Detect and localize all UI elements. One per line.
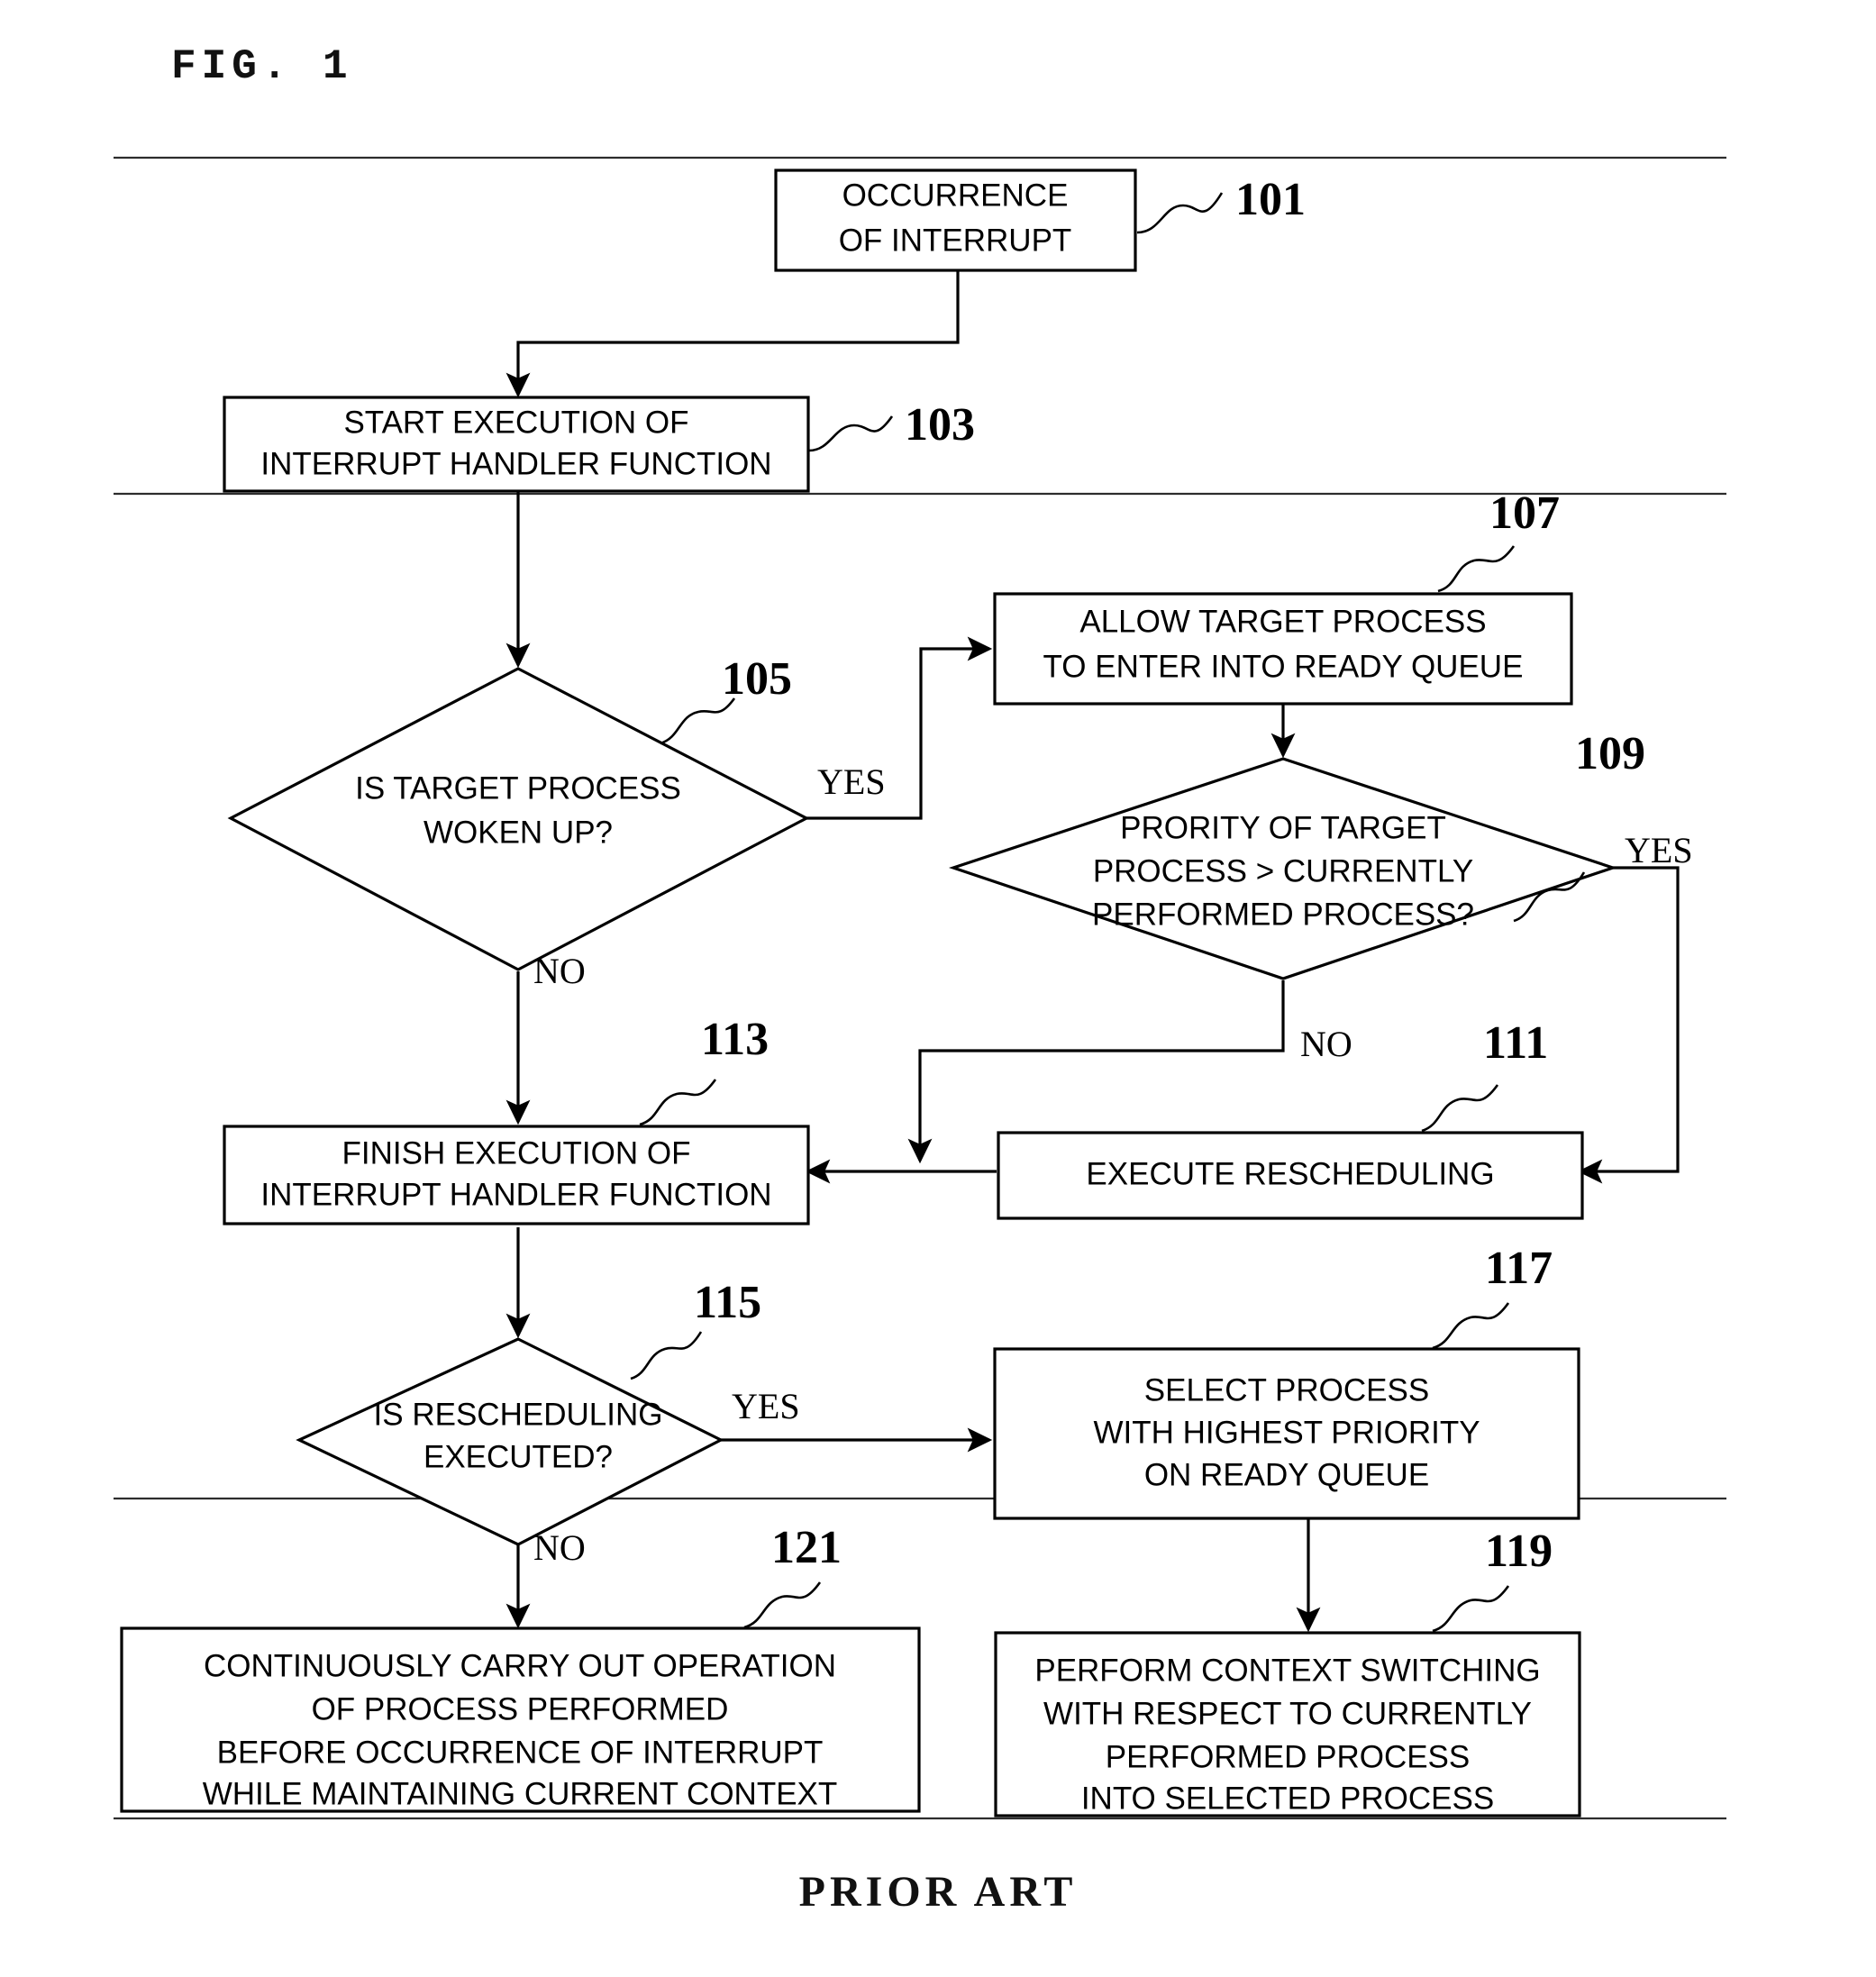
node-121-continuously-carry-out-operation: CONTINUOUSLY CARRY OUT OPERATION OF PROC… (120, 1626, 921, 1813)
node-109-line-3: PERFORMED PROCESS? (1092, 897, 1474, 932)
node-119-line-3: PERFORMED PROCESS (1106, 1739, 1471, 1774)
node-115-is-rescheduling-executed: IS RESCHEDULING EXECUTED? (296, 1337, 724, 1546)
flowchart-diagram: OCCURRENCE OF INTERRUPT 101 START EXECUT… (114, 156, 1726, 1820)
branch-label-115-yes: YES (732, 1386, 800, 1426)
node-105-line-2: WOKEN UP? (423, 815, 613, 850)
ref-number-117: 117 (1485, 1243, 1553, 1294)
ref-number-113: 113 (701, 1014, 769, 1065)
edge-101-to-103 (505, 270, 960, 398)
node-105-is-target-process-woken-up: IS TARGET PROCESS WOKEN UP? (227, 667, 810, 971)
node-109-line-1: PRORITY OF TARGET (1120, 810, 1446, 845)
branch-label-109-yes: YES (1625, 830, 1693, 870)
node-117-line-2: WITH HIGHEST PRIORITY (1093, 1415, 1480, 1450)
node-113-line-2: INTERRUPT HANDLER FUNCTION (260, 1177, 771, 1212)
node-109-priority-comparison: PRORITY OF TARGET PROCESS > CURRENTLY PE… (948, 757, 1618, 980)
node-119-line-2: WITH RESPECT TO CURRENTLY (1043, 1696, 1532, 1731)
node-111-line-1: EXECUTE RESCHEDULING (1086, 1156, 1494, 1191)
leader-119 (1432, 1585, 1510, 1633)
leader-121 (743, 1581, 822, 1629)
node-101-occurrence-of-interrupt: OCCURRENCE OF INTERRUPT (774, 169, 1137, 272)
node-119-line-1: PERFORM CONTEXT SWITCHING (1034, 1653, 1540, 1688)
node-117-line-3: ON READY QUEUE (1144, 1457, 1429, 1492)
node-115-line-1: IS RESCHEDULING (374, 1397, 663, 1432)
node-119-perform-context-switching: PERFORM CONTEXT SWITCHING WITH RESPECT T… (994, 1631, 1581, 1818)
node-119-line-4: INTO SELECTED PROCESS (1081, 1781, 1494, 1816)
node-107-line-1: ALLOW TARGET PROCESS (1079, 604, 1486, 639)
node-113-line-1: FINISH EXECUTION OF (342, 1135, 691, 1171)
node-107-line-2: TO ENTER INTO READY QUEUE (1043, 649, 1524, 684)
node-117-select-process-highest-priority: SELECT PROCESS WITH HIGHEST PRIORITY ON … (993, 1347, 1580, 1520)
ref-number-105: 105 (722, 653, 792, 705)
ref-number-103: 103 (905, 399, 975, 451)
ref-number-121: 121 (771, 1522, 842, 1573)
branch-label-105-no: NO (533, 951, 586, 991)
node-107-allow-target-process: ALLOW TARGET PROCESS TO ENTER INTO READY… (993, 592, 1573, 706)
node-121-line-2: OF PROCESS PERFORMED (312, 1691, 729, 1726)
node-101-line-2: OF INTERRUPT (839, 223, 1072, 258)
node-113-finish-execution: FINISH EXECUTION OF INTERRUPT HANDLER FU… (223, 1125, 810, 1225)
node-105-line-1: IS TARGET PROCESS (355, 770, 681, 806)
node-121-line-1: CONTINUOUSLY CARRY OUT OPERATION (204, 1648, 836, 1683)
prior-art-label: PRIOR ART (798, 1868, 1078, 1916)
branch-label-115-no: NO (533, 1527, 586, 1568)
node-121-line-4: WHILE MAINTAINING CURRENT CONTEXT (203, 1776, 838, 1811)
leader-117 (1432, 1302, 1510, 1350)
node-115-line-2: EXECUTED? (423, 1439, 613, 1474)
leader-101 (1136, 192, 1224, 234)
leader-103 (808, 415, 894, 452)
ref-number-115: 115 (694, 1277, 761, 1328)
node-109-line-2: PROCESS > CURRENTLY (1093, 853, 1473, 888)
node-121-line-3: BEFORE OCCURRENCE OF INTERRUPT (217, 1735, 824, 1770)
leader-113 (639, 1079, 717, 1126)
node-117-line-1: SELECT PROCESS (1144, 1372, 1429, 1408)
branch-label-109-no: NO (1300, 1024, 1352, 1064)
leader-115 (630, 1331, 703, 1380)
node-103-line-2: INTERRUPT HANDLER FUNCTION (260, 446, 771, 481)
ref-number-101: 101 (1235, 174, 1306, 225)
leader-111 (1421, 1084, 1499, 1133)
ref-number-109: 109 (1575, 728, 1645, 779)
branch-label-105-yes: YES (817, 761, 886, 802)
node-103-start-execution: START EXECUTION OF INTERRUPT HANDLER FUN… (223, 396, 810, 493)
node-101-line-1: OCCURRENCE (842, 178, 1069, 213)
node-111-execute-rescheduling: EXECUTE RESCHEDULING (997, 1131, 1584, 1220)
leader-107 (1437, 545, 1516, 593)
leader-105 (660, 697, 736, 745)
ref-number-111: 111 (1483, 1017, 1548, 1069)
ref-number-107: 107 (1489, 487, 1560, 539)
ref-number-119: 119 (1485, 1526, 1553, 1577)
edge-109-yes-to-111 (1577, 866, 1680, 1184)
node-103-line-1: START EXECUTION OF (343, 405, 688, 440)
